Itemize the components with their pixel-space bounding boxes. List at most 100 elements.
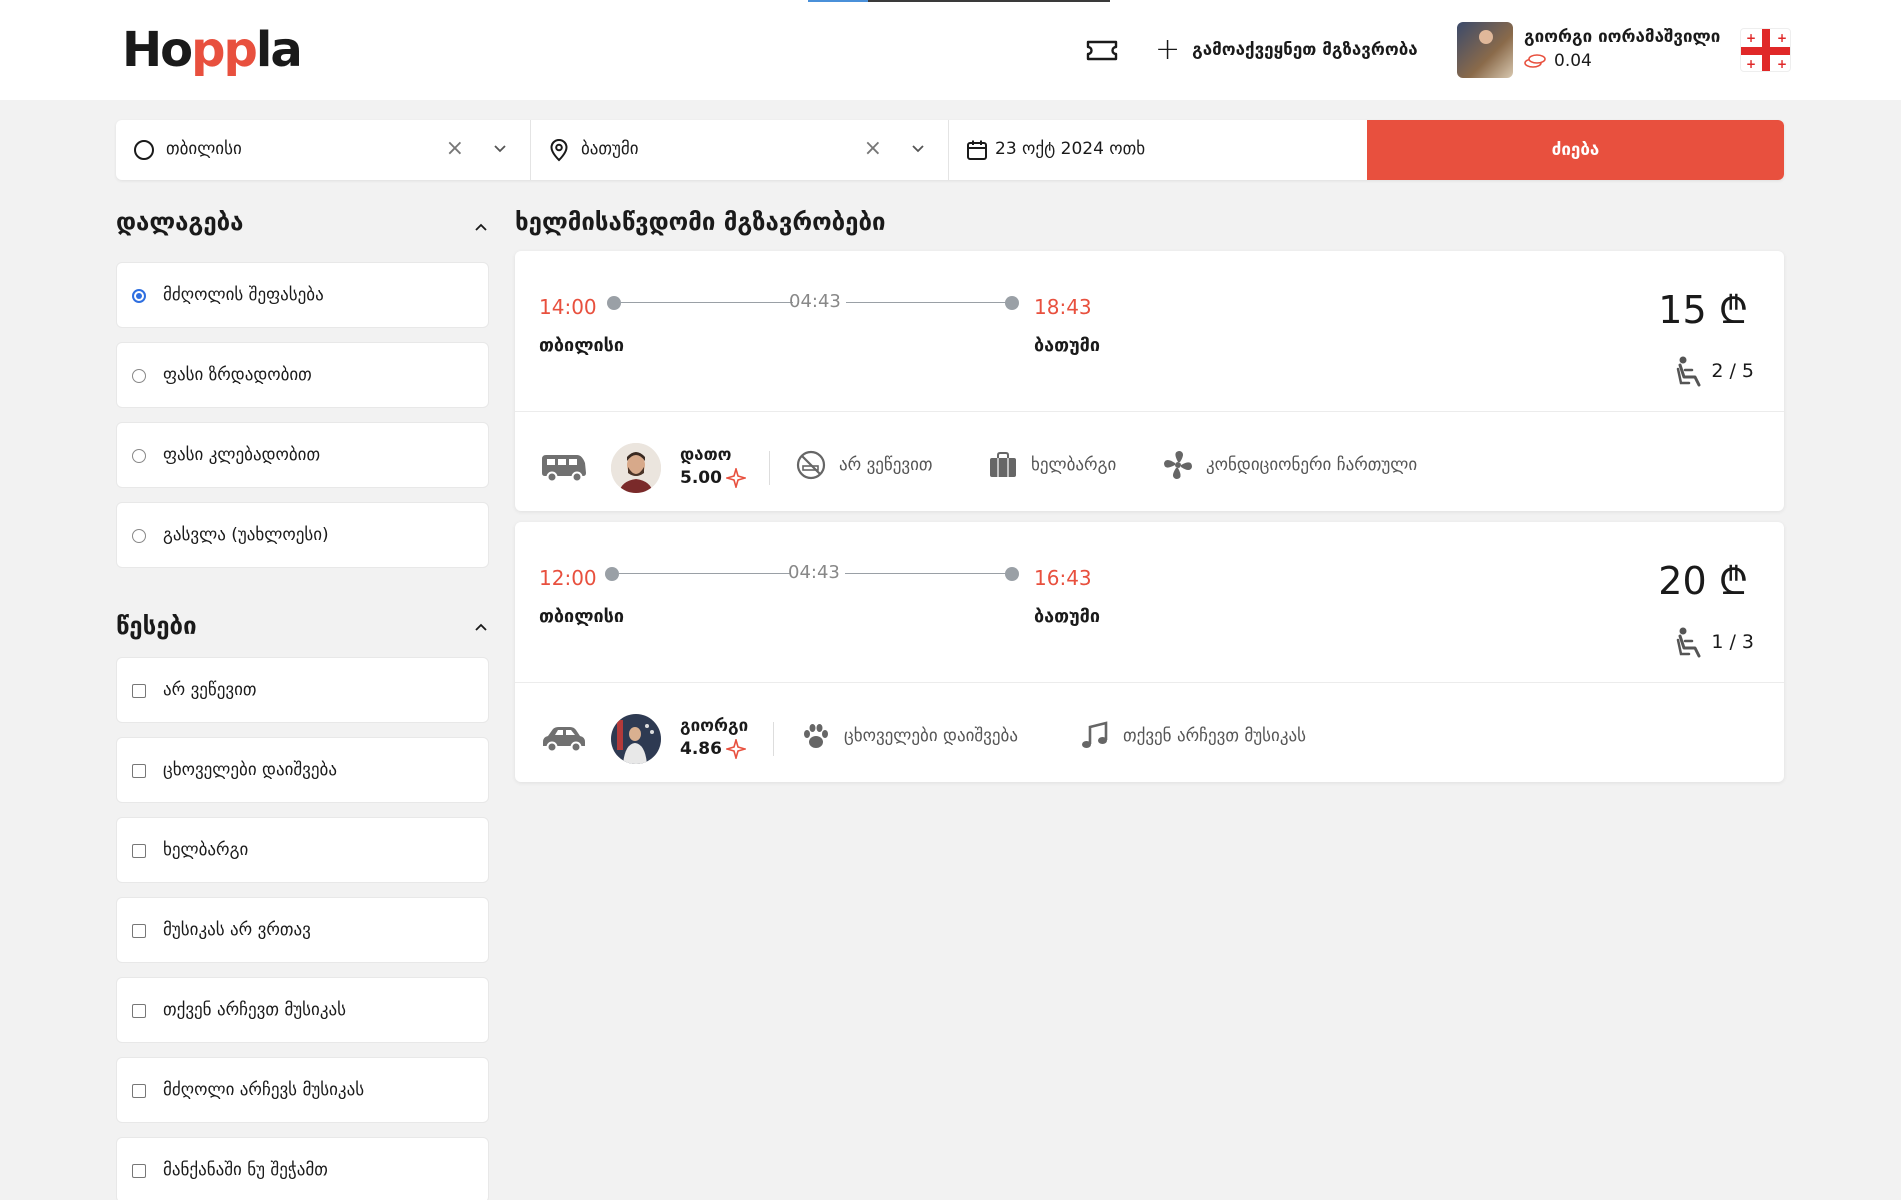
- paw-icon: [804, 724, 828, 748]
- date-field[interactable]: 23 ოქტ 2024 ოთხ: [949, 120, 1367, 180]
- loading-bar: [808, 0, 1110, 2]
- my-tickets-button[interactable]: [1085, 34, 1119, 66]
- driver-avatar[interactable]: [611, 714, 661, 764]
- rating-value: 5.00: [680, 468, 722, 488]
- rule-you-choose-music[interactable]: თქვენ არჩევთ მუსიკას: [116, 977, 489, 1043]
- fan-icon: [1164, 451, 1192, 479]
- chevron-up-icon[interactable]: [472, 618, 490, 636]
- sort-option-price-asc[interactable]: ფასი ზრდადობით: [116, 342, 489, 408]
- sort-option-price-desc[interactable]: ფასი კლებადობით: [116, 422, 489, 488]
- checkbox[interactable]: [132, 844, 146, 858]
- chevron-up-icon[interactable]: [472, 218, 490, 236]
- trip-card[interactable]: 12:00 04:43 16:43 თბილისი ბათუმი 20 ₾ 1 …: [515, 522, 1784, 782]
- from-field[interactable]: თბილისი ×: [116, 120, 531, 180]
- origin-city: თბილისი: [539, 335, 625, 356]
- radio-selected[interactable]: [132, 289, 146, 303]
- user-avatar[interactable]: [1457, 22, 1513, 78]
- checkbox[interactable]: [132, 1004, 146, 1018]
- route-start-dot: [607, 296, 621, 310]
- rule-label: ცხოველები დაიშვება: [163, 760, 337, 780]
- language-flag-georgia[interactable]: + + + +: [1740, 28, 1791, 72]
- rule-hand-luggage[interactable]: ხელბარგი: [116, 817, 489, 883]
- coins-icon: [1524, 54, 1546, 68]
- route-line: [846, 302, 1006, 303]
- rule-no-music[interactable]: მუსიკას არ ვრთავ: [116, 897, 489, 963]
- rule-label: თქვენ არჩევთ მუსიკას: [163, 1000, 347, 1020]
- departure-time: 12:00: [539, 566, 597, 590]
- search-button[interactable]: ძიება: [1367, 120, 1784, 180]
- rating-value: 4.86: [680, 739, 722, 759]
- clear-to-icon[interactable]: ×: [864, 136, 882, 161]
- trip-duration: 04:43: [788, 562, 840, 583]
- driver-name[interactable]: გიორგი: [680, 716, 748, 736]
- user-name[interactable]: გიორგი იორამაშვილი: [1524, 27, 1720, 47]
- rule-pets-allowed[interactable]: ცხოველები დაიშვება: [116, 737, 489, 803]
- checkbox[interactable]: [132, 924, 146, 938]
- feature-label: ხელბარგი: [1031, 455, 1117, 475]
- sort-option-label: ფასი ზრდადობით: [163, 365, 312, 385]
- seat-icon: [1677, 356, 1701, 387]
- radio[interactable]: [132, 449, 146, 463]
- destination-city: ბათუმი: [1034, 335, 1101, 356]
- rule-no-smoking[interactable]: არ ვეწევით: [116, 657, 489, 723]
- rules-title: წესები: [116, 612, 197, 640]
- rule-label: მძღოლი არჩევს მუსიკას: [163, 1080, 365, 1100]
- to-value: ბათუმი: [581, 139, 639, 159]
- rule-label: არ ვეწევით: [163, 680, 257, 700]
- route-end-dot: [1005, 296, 1019, 310]
- radio[interactable]: [132, 529, 146, 543]
- ticket-icon: [1086, 40, 1118, 61]
- date-value: 23 ოქტ 2024 ოთხ: [995, 139, 1146, 159]
- chevron-down-icon[interactable]: [910, 140, 926, 156]
- publish-ride-label: გამოაქვეყნეთ მგზავრობა: [1192, 40, 1418, 60]
- separator: [773, 722, 774, 756]
- arrival-time: 18:43: [1034, 295, 1092, 319]
- sort-option-departure[interactable]: გასვლა (უახლოესი): [116, 502, 489, 568]
- feature-label: არ ვეწევით: [839, 455, 933, 475]
- to-field[interactable]: ბათუმი ×: [531, 120, 949, 180]
- departure-time: 14:00: [539, 295, 597, 319]
- rule-label: ხელბარგი: [163, 840, 249, 860]
- checkbox[interactable]: [132, 1084, 146, 1098]
- van-icon: [542, 455, 586, 483]
- sort-option-rating[interactable]: მძღოლის შეფასება: [116, 262, 489, 328]
- top-header: Hoppla + გამოაქვეყნეთ მგზავრობა გიორგი ი…: [0, 0, 1901, 100]
- seat-icon: [1677, 627, 1701, 658]
- feature-you-choose-music: თქვენ არჩევთ მუსიკას: [1079, 720, 1306, 752]
- checkbox[interactable]: [132, 764, 146, 778]
- chevron-down-icon[interactable]: [492, 140, 508, 156]
- sort-option-label: მძღოლის შეფასება: [163, 285, 324, 305]
- seats-available: 1 / 3: [1675, 626, 1754, 658]
- star-sparkle-icon: [725, 468, 746, 488]
- checkbox[interactable]: [132, 684, 146, 698]
- checkbox[interactable]: [132, 1164, 146, 1178]
- bag-icon: [990, 452, 1016, 477]
- publish-ride-button[interactable]: + გამოაქვეყნეთ მგზავრობა: [1155, 34, 1418, 66]
- sort-title: დალაგება: [116, 208, 244, 236]
- sort-option-label: გასვლა (უახლოესი): [163, 525, 329, 545]
- feature-hand-luggage: ხელბარგი: [987, 449, 1116, 481]
- results-title: ხელმისაწვდომი მგზავრობები: [515, 208, 886, 236]
- hoppla-logo[interactable]: Hoppla: [122, 22, 303, 78]
- car-icon: [543, 727, 585, 753]
- rule-no-eating[interactable]: მანქანაში ნუ შეჭამთ: [116, 1137, 489, 1200]
- feature-label: თქვენ არჩევთ მუსიკას: [1123, 726, 1307, 746]
- user-balance: 0.04: [1524, 51, 1592, 71]
- radio[interactable]: [132, 369, 146, 383]
- feature-label: კონდიციონერი ჩართული: [1206, 455, 1418, 475]
- plus-icon: +: [1155, 32, 1181, 67]
- rule-label: მუსიკას არ ვრთავ: [163, 920, 311, 940]
- route-line: [619, 573, 791, 574]
- driver-name[interactable]: დათო: [680, 445, 732, 465]
- separator: [769, 451, 770, 485]
- rule-driver-chooses-music[interactable]: მძღოლი არჩევს მუსიკას: [116, 1057, 489, 1123]
- driver-avatar[interactable]: [611, 443, 661, 493]
- feature-label: ცხოველები დაიშვება: [844, 726, 1018, 746]
- trip-card[interactable]: 14:00 04:43 18:43 თბილისი ბათუმი 15 ₾ 2 …: [515, 251, 1784, 511]
- search-bar: თბილისი × ბათუმი × 23 ოქტ 2024 ოთხ ძიება: [116, 120, 1784, 180]
- route-end-dot: [1005, 567, 1019, 581]
- seats-available: 2 / 5: [1675, 355, 1754, 387]
- card-divider: [515, 682, 1784, 683]
- origin-city: თბილისი: [539, 606, 625, 627]
- clear-from-icon[interactable]: ×: [446, 136, 464, 161]
